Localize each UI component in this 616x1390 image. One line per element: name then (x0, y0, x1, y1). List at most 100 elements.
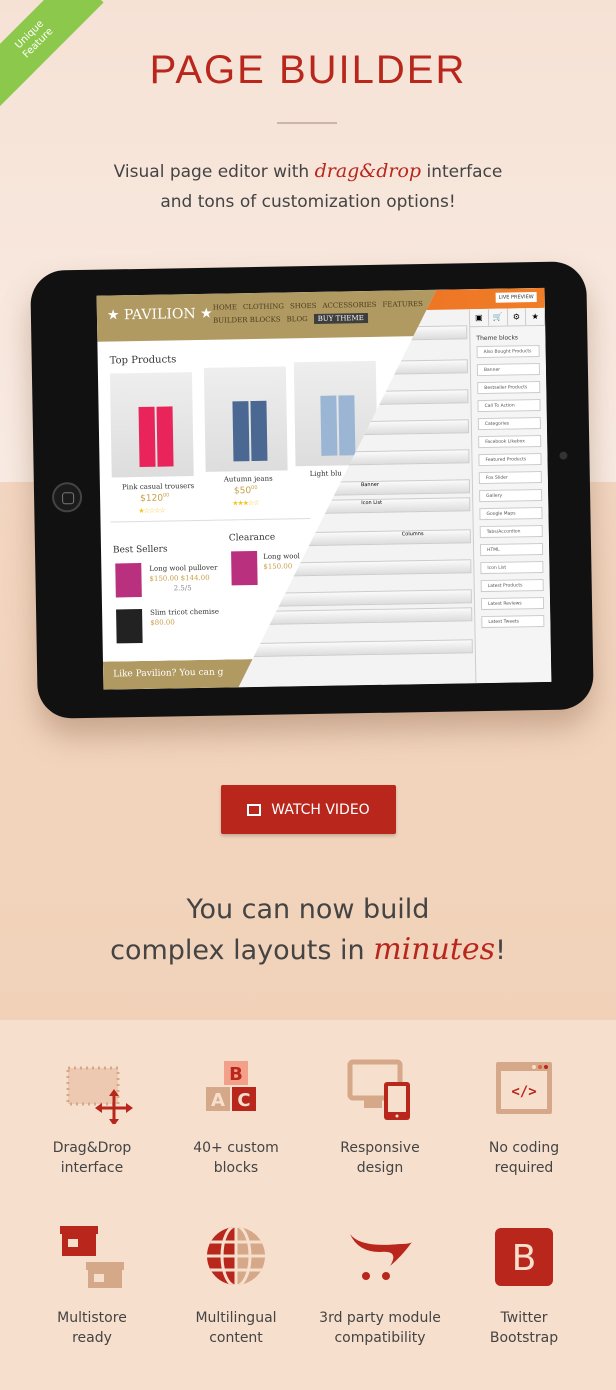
product-thumb[interactable] (115, 562, 142, 598)
theme-blocks-sidebar: ▣ 🛒 ⚙ ★ Theme blocks Also Bought Products Ba… (469, 308, 552, 683)
feature-line2: blocks (213, 1160, 259, 1176)
builder-row[interactable] (223, 639, 473, 657)
nav-accessories[interactable]: ACCESSORIES (322, 301, 376, 310)
feature-line2: interface (60, 1160, 124, 1176)
watch-video-button[interactable]: WATCH VIDEO (221, 785, 396, 834)
builder-block[interactable]: Icon List (222, 607, 472, 625)
svg-text:</>: </> (511, 1084, 536, 1100)
feature-line2: required (494, 1160, 554, 1176)
feature-line1: Drag&Drop (52, 1140, 132, 1156)
feature-line2: design (356, 1160, 404, 1176)
nav-shoes[interactable]: SHOES (290, 302, 317, 310)
buy-theme-button[interactable]: BUY THEME (313, 313, 368, 324)
feature-line1: Multilingual (195, 1310, 277, 1326)
section-divider (110, 518, 311, 523)
responsive-devices-icon (347, 1059, 410, 1120)
feature-line1: No coding (488, 1140, 560, 1156)
tab-settings[interactable]: ⚙ (507, 308, 526, 325)
feature-label: 3rd party module compatibility (310, 1308, 450, 1348)
product-name[interactable]: Long wool (263, 552, 300, 561)
page-title: PAGE BUILDER (149, 48, 467, 92)
feature-line1: 3rd party module (319, 1310, 441, 1326)
feature-line1: Multistore (57, 1310, 127, 1326)
rating-stars: ★☆☆☆☆ (138, 506, 165, 516)
theme-block-item[interactable]: Latest Tweets (481, 615, 544, 628)
sidebar-tabs: ▣ 🛒 ⚙ ★ (470, 308, 545, 327)
nav-clothing[interactable]: CLOTHING (243, 302, 284, 311)
theme-block-item[interactable]: Google Maps (479, 507, 542, 520)
theme-block-item[interactable]: Call To Action (477, 399, 540, 412)
theme-block-item[interactable]: HTML (480, 543, 543, 556)
nav-blog[interactable]: BLOG (287, 315, 308, 323)
tablet-screen: ★ PAVILION ★ HOME CLOTHING SHOES ACCESSORIE… (96, 287, 552, 690)
feature-line2: Bootstrap (489, 1330, 559, 1346)
theme-block-item[interactable]: Latest Reviews (481, 597, 544, 610)
subtitle: Visual page editor with drag&drop interf… (0, 156, 616, 217)
drag-drop-icon (66, 1066, 133, 1124)
theme-block-item[interactable]: Latest Products (481, 579, 544, 592)
theme-block-item[interactable]: Fox Slider (479, 471, 542, 484)
subtitle-line2: and tons of customization options! (160, 192, 456, 212)
product-name[interactable]: Pink casual trousers (122, 482, 194, 491)
subtitle-highlight: drag&drop (314, 160, 422, 182)
headline-line2: complex layouts in (110, 935, 374, 966)
product-image[interactable] (109, 372, 194, 478)
product-rating: 2.5/5 (173, 584, 192, 593)
feature-label: Multilingual content (166, 1308, 306, 1348)
feature-label: Responsive design (310, 1138, 450, 1178)
feature-label: No coding required (454, 1138, 594, 1178)
divider (277, 122, 337, 124)
feature-label: Drag&Drop interface (22, 1138, 162, 1178)
theme-block-item[interactable]: Tabs/Accordion (480, 525, 543, 538)
theme-block-item[interactable]: Icon List (480, 561, 543, 574)
theme-block-item[interactable]: Gallery (479, 489, 542, 502)
tablet-mockup: ★ PAVILION ★ HOME CLOTHING SHOES ACCESSORIE… (30, 261, 594, 719)
store-logo: ★ PAVILION ★ (106, 305, 213, 324)
camera-icon (559, 451, 568, 460)
theme-blocks-title: Theme blocks (476, 334, 519, 343)
feature-line2: content (209, 1330, 263, 1346)
product-price: $80.00 (150, 618, 175, 627)
product-thumb[interactable] (116, 608, 143, 644)
product-price: $150.00 $144.00 (149, 573, 210, 583)
tab-blocks[interactable]: ▣ (470, 309, 489, 326)
theme-block-item[interactable]: Bestseller Products (477, 381, 540, 394)
bootstrap-icon: B (495, 1228, 553, 1286)
theme-block-item[interactable]: Categories (478, 417, 541, 430)
globe-icon (207, 1227, 265, 1285)
clearance-heading: Clearance (228, 532, 276, 544)
feature-label: Multistore ready (22, 1308, 162, 1348)
live-preview-button[interactable]: LIVE PREVIEW (496, 292, 537, 303)
product-thumb[interactable] (231, 550, 258, 586)
product-price: $5000 (233, 484, 258, 497)
store-nav: HOME CLOTHING SHOES ACCESSORIES FEATURES BUI… (213, 298, 443, 328)
tab-cart[interactable]: 🛒 (489, 309, 508, 326)
top-products-heading: Top Products (109, 354, 177, 367)
builder-row[interactable] (221, 559, 471, 577)
product-image[interactable] (203, 366, 288, 472)
builder-block[interactable]: Banner (222, 589, 472, 607)
nav-builder-blocks[interactable]: BUILDER BLOCKS (213, 316, 281, 325)
product-name[interactable]: Light blu (310, 469, 342, 478)
headline-line1: You can now build (186, 894, 430, 925)
product-price: $150.00 (263, 562, 293, 571)
product-name[interactable]: Slim tricot chemise (150, 608, 219, 617)
nav-features[interactable]: FEATURES (382, 300, 423, 309)
product-name[interactable]: Long wool pullover (149, 564, 217, 573)
theme-block-item[interactable]: Featured Products (478, 453, 541, 466)
film-icon (247, 803, 262, 816)
svg-text:B: B (512, 1238, 537, 1279)
headline: You can now build complex layouts in min… (0, 890, 616, 971)
headline-highlight: minutes (373, 932, 496, 967)
theme-block-item[interactable]: Banner (477, 363, 540, 376)
theme-block-item[interactable]: Facebook Likebox (478, 435, 541, 448)
feature-label: 40+ custom blocks (166, 1138, 306, 1178)
tab-favorites[interactable]: ★ (526, 308, 545, 325)
svg-text:A: A (211, 1090, 225, 1111)
product-name[interactable]: Autumn jeans (224, 475, 273, 484)
theme-block-item[interactable]: Also Bought Products (477, 345, 540, 358)
nav-home[interactable]: HOME (213, 303, 237, 311)
subtitle-text-end: interface (421, 162, 503, 182)
subtitle-text: Visual page editor with (113, 162, 315, 182)
feature-line1: 40+ custom (193, 1140, 279, 1156)
